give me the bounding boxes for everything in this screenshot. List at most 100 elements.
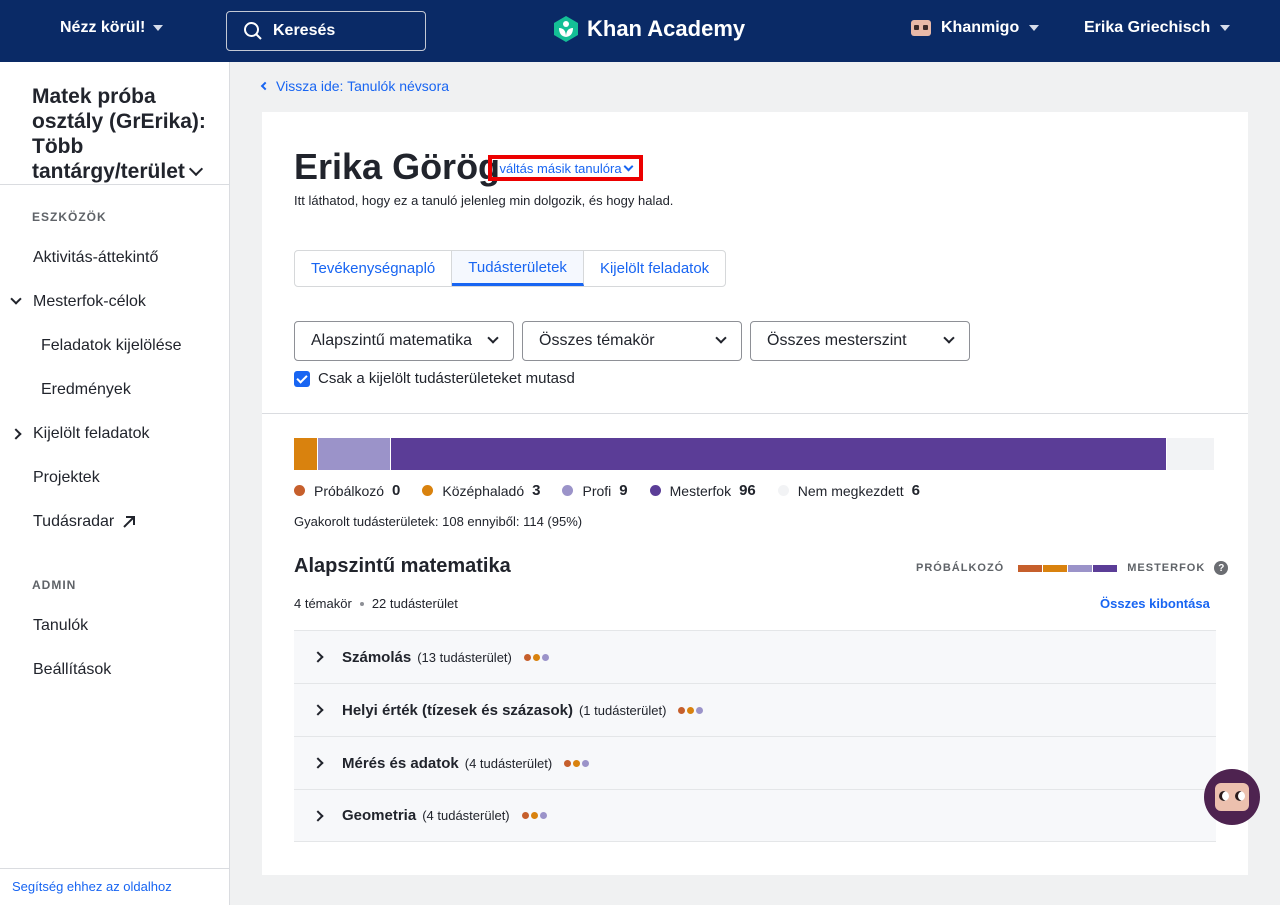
back-link[interactable]: Vissza ide: Tanulók névsora bbox=[260, 78, 450, 94]
course-title: Alapszintű matematika bbox=[294, 555, 511, 577]
legend-label: Középhaladó bbox=[442, 482, 525, 499]
progress-segment-2 bbox=[318, 438, 391, 470]
sidebar-divider bbox=[0, 184, 230, 185]
chevron-right-icon[interactable] bbox=[10, 428, 22, 440]
user-menu[interactable]: Erika Griechisch bbox=[1084, 19, 1231, 37]
sidebar-item-knowledge-radar[interactable]: Tudásradar bbox=[33, 513, 136, 531]
chevron-down-icon bbox=[487, 332, 499, 344]
scale-swatch bbox=[1068, 564, 1093, 572]
mastery-dots bbox=[521, 812, 547, 819]
search-input[interactable]: Keresés bbox=[226, 11, 426, 51]
unit-row[interactable]: Mérés és adatok (4 tudásterület) bbox=[294, 736, 1216, 789]
sidebar-item-results[interactable]: Eredmények bbox=[41, 381, 131, 399]
sidebar-section-tools: ESZKÖZÖK bbox=[32, 210, 107, 224]
scale-swatch bbox=[1018, 564, 1043, 572]
legend-dot bbox=[649, 485, 661, 496]
sidebar-item-assigned-tasks[interactable]: Kijelölt feladatok bbox=[33, 425, 150, 443]
legend-dot bbox=[777, 485, 789, 496]
chevron-down-icon bbox=[943, 332, 955, 344]
chevron-down-icon bbox=[715, 332, 727, 344]
legend-item-proficient: Profi 9 bbox=[562, 482, 628, 499]
unit-row[interactable]: Geometria (4 tudásterület) bbox=[294, 789, 1216, 842]
legend-label: Mesterfok bbox=[669, 482, 732, 499]
help-icon[interactable]: ? bbox=[1214, 561, 1229, 575]
mastery-level-dropdown[interactable]: Összes mesterszint bbox=[750, 321, 970, 361]
student-name: Erika Görög bbox=[294, 146, 501, 187]
user-name: Erika Griechisch bbox=[1084, 19, 1211, 36]
leaf-logo-icon bbox=[554, 16, 578, 42]
class-selector[interactable]: Matek próba osztály (GrErika): Több tant… bbox=[32, 84, 222, 184]
sidebar-item-assign-tasks[interactable]: Feladatok kijelölése bbox=[41, 337, 182, 355]
chevron-right-icon bbox=[312, 651, 324, 663]
class-title: Matek próba osztály (GrErika): Több tant… bbox=[32, 85, 206, 183]
course-dropdown[interactable]: Alapszintű matematika bbox=[294, 321, 514, 361]
legend-count: 0 bbox=[392, 482, 401, 499]
sidebar-footer-divider bbox=[0, 868, 230, 869]
sidebar-item-mastery-goals[interactable]: Mesterfok-célok bbox=[33, 293, 146, 311]
sidebar-item-settings[interactable]: Beállítások bbox=[33, 661, 111, 679]
tab-activity-log[interactable]: Tevékenységnapló bbox=[295, 251, 453, 286]
assigned-only-filter[interactable]: Csak a kijelölt tudásterületeket mutasd bbox=[294, 370, 575, 387]
legend-count: 6 bbox=[911, 482, 920, 499]
assigned-only-checkbox[interactable] bbox=[294, 370, 310, 387]
khanmigo-label: Khanmigo bbox=[941, 19, 1020, 36]
unit-dropdown-value: Összes témakör bbox=[539, 332, 655, 349]
unit-row[interactable]: Számolás (13 tudásterület) bbox=[294, 630, 1216, 683]
khanmigo-menu[interactable]: Khanmigo bbox=[911, 19, 1040, 37]
assigned-only-label: Csak a kijelölt tudásterületeket mutasd bbox=[318, 370, 575, 387]
chevron-down-icon[interactable] bbox=[10, 293, 22, 305]
caret-down-icon bbox=[153, 25, 164, 31]
caret-down-icon bbox=[1220, 25, 1231, 31]
chevron-left-icon bbox=[260, 81, 270, 91]
unit-list: Számolás (13 tudásterület) Helyi érték (… bbox=[294, 630, 1216, 842]
tab-assigned-tasks[interactable]: Kijelölt feladatok bbox=[584, 251, 725, 286]
course-meta: 4 témakör 22 tudásterület bbox=[294, 596, 458, 611]
sidebar-item-students[interactable]: Tanulók bbox=[33, 617, 88, 635]
legend-item-attempted: Próbálkozó 0 bbox=[294, 482, 400, 499]
chevron-right-icon bbox=[312, 809, 324, 822]
student-progress-card: Erika Görög váltás másik tanulóra Itt lá… bbox=[262, 112, 1248, 875]
progress-segment-1 bbox=[294, 438, 319, 470]
unit-name: Mérés és adatok bbox=[342, 754, 459, 772]
unit-name: Helyi érték (tízesek és százasok) bbox=[342, 701, 573, 719]
khanmigo-chat-button[interactable] bbox=[1204, 769, 1260, 825]
switch-student-button[interactable]: váltás másik tanulóra bbox=[488, 155, 643, 181]
sidebar-item-projects[interactable]: Projektek bbox=[33, 469, 100, 487]
switch-student-label: váltás másik tanulóra bbox=[499, 160, 622, 176]
unit-row[interactable]: Helyi érték (tízesek és százasok) (1 tud… bbox=[294, 683, 1216, 736]
legend-item-not-started: Nem megkezdett 6 bbox=[777, 482, 920, 499]
expand-all-button[interactable]: Összes kibontása bbox=[1100, 596, 1210, 611]
unit-skill-count: (4 tudásterület) bbox=[464, 755, 553, 771]
legend-label: Profi bbox=[582, 482, 612, 499]
page-subtitle: Itt láthatod, hogy ez a tanuló jelenleg … bbox=[294, 193, 674, 208]
units-count: 4 témakör bbox=[294, 596, 352, 611]
khan-academy-logo[interactable]: Khan Academy bbox=[553, 15, 745, 43]
legend-count: 96 bbox=[739, 482, 756, 499]
progress-segment-4 bbox=[1166, 438, 1215, 470]
legend-item-mastered: Mesterfok 96 bbox=[649, 482, 756, 499]
chevron-right-icon bbox=[312, 757, 324, 769]
unit-skill-count: (13 tudásterület) bbox=[417, 649, 512, 665]
mastery-dots bbox=[678, 706, 704, 714]
help-link[interactable]: Segítség ehhez az oldalhoz bbox=[12, 879, 172, 894]
tab-skills[interactable]: Tudásterületek bbox=[452, 251, 584, 286]
mastery-dots bbox=[523, 653, 549, 661]
sidebar: Matek próba osztály (GrErika): Több tant… bbox=[0, 62, 230, 905]
sidebar-section-admin: ADMIN bbox=[32, 578, 77, 592]
mastery-legend: Próbálkozó 0 Középhaladó 3 Profi 9 Meste… bbox=[294, 482, 942, 499]
unit-dropdown[interactable]: Összes témakör bbox=[522, 321, 742, 361]
explore-label: Nézz körül! bbox=[60, 19, 146, 36]
course-dropdown-value: Alapszintű matematika bbox=[311, 332, 472, 349]
skills-count: 22 tudásterület bbox=[371, 596, 458, 611]
legend-count: 9 bbox=[619, 482, 628, 499]
top-navigation-bar: Nézz körül! Keresés Khan Academy Khanmig… bbox=[0, 0, 1280, 62]
scale-swatch bbox=[1043, 564, 1068, 572]
sidebar-item-activity-overview[interactable]: Aktivitás-áttekintő bbox=[33, 249, 158, 267]
mastery-level-dropdown-value: Összes mesterszint bbox=[767, 332, 907, 349]
mastery-progress-bar bbox=[294, 438, 1215, 470]
unit-skill-count: (1 tudásterület) bbox=[578, 702, 667, 718]
explore-menu[interactable]: Nézz körül! bbox=[60, 19, 164, 37]
legend-count: 3 bbox=[532, 482, 541, 499]
back-link-label: Vissza ide: Tanulók névsora bbox=[276, 78, 450, 94]
tab-bar: Tevékenységnapló Tudásterületek Kijelölt… bbox=[294, 250, 727, 287]
